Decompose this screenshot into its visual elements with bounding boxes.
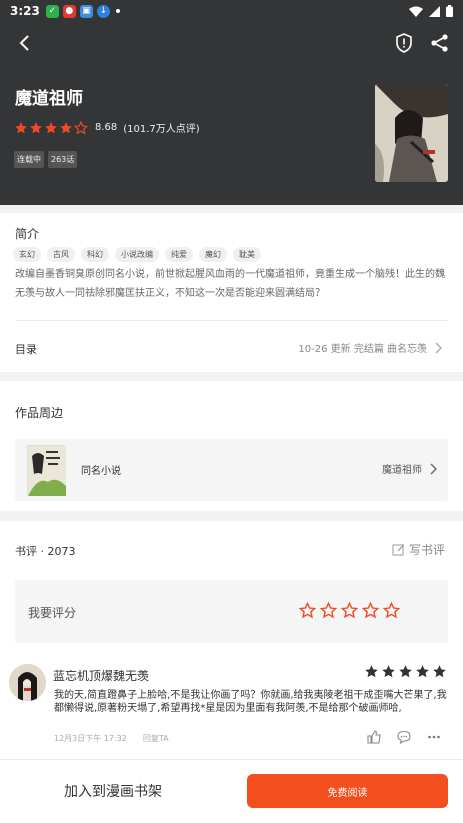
genre-tags: 玄幻 古风 科幻 小说改编 纯爱 魔幻 耽美 — [13, 247, 261, 262]
my-rating-label: 我要评分 — [28, 606, 77, 620]
intro-title: 简介 — [15, 227, 40, 241]
star-half-icon — [74, 120, 88, 134]
novel-title: 魔道祖师 — [382, 465, 422, 476]
more-icon[interactable] — [427, 730, 441, 744]
review-actions — [367, 730, 441, 744]
genre-tag[interactable]: 耽美 — [233, 247, 261, 262]
star-full-icon — [30, 121, 42, 133]
battery-icon — [446, 5, 453, 17]
reply-link[interactable]: 回复TA — [143, 733, 169, 744]
novel-label: 同名小说 — [81, 466, 121, 477]
star-full-icon — [60, 121, 72, 133]
serial-status-tag: 连载中 — [14, 151, 44, 168]
intro-description: 改编自墨香铜臭原创同名小说，前世掀起腥风血雨的一代魔道祖师，竟重生成一个脑残！此… — [15, 269, 445, 299]
genre-tag[interactable]: 纯爱 — [165, 247, 193, 262]
same-name-novel-card[interactable]: 同名小说 魔道祖师 — [15, 439, 448, 501]
app-icon-blue: ▣ — [79, 4, 93, 18]
star-full-icon — [433, 665, 446, 678]
rate-star-2[interactable] — [320, 602, 337, 619]
comic-title: 魔道祖师 — [15, 89, 83, 109]
star-full-icon — [15, 121, 27, 133]
my-rating-box: 我要评分 — [15, 580, 448, 643]
genre-tag[interactable]: 古风 — [47, 247, 75, 262]
rate-star-4[interactable] — [362, 602, 379, 619]
like-icon[interactable] — [367, 730, 381, 744]
write-review-button[interactable]: 写书评 — [392, 541, 445, 558]
review-meta: 12月3日下午 17:32 回复TA — [54, 733, 169, 744]
comic-header: 魔道祖师 8.68 (101.7万人点评) 连载中 263话 — [0, 22, 463, 205]
edit-icon — [392, 544, 405, 556]
review-username[interactable]: 蓝忘机顶爆魏无羡 — [53, 667, 149, 684]
status-time: 3:23 — [10, 4, 40, 18]
toc-label[interactable]: 目录 — [15, 341, 37, 357]
review-stars — [364, 664, 447, 679]
comic-cover[interactable] — [375, 84, 448, 182]
star-full-icon — [365, 665, 378, 678]
my-rating-stars — [299, 602, 400, 619]
share-icon[interactable] — [429, 32, 451, 54]
rating-count: (101.7万人点评) — [123, 124, 200, 135]
intro-section: 简介 玄幻 古风 科幻 小说改编 纯爱 魔幻 耽美 改编自墨香铜臭原创同名小说，… — [0, 213, 463, 372]
bottom-action-bar: 加入到漫画书架 免费阅读 — [0, 759, 463, 823]
app-icon-blue-round: ↓ — [96, 4, 110, 18]
wifi-icon — [409, 6, 423, 17]
rate-star-1[interactable] — [299, 602, 316, 619]
app-icon-red: ● — [62, 4, 76, 18]
episode-count-tag: 263话 — [48, 151, 78, 168]
write-review-label: 写书评 — [408, 543, 445, 557]
signal-icon — [429, 5, 440, 17]
star-full-icon — [382, 665, 395, 678]
related-works-section: 作品周边 同名小说 魔道祖师 — [0, 381, 463, 511]
review-item: 蓝忘机顶爆魏无羡 我的天,简直蹬鼻子上脸哈,不是我让你画了吗？你就画,给我夷陵老… — [0, 658, 463, 758]
star-full-icon — [399, 665, 412, 678]
chevron-right-icon — [435, 342, 442, 353]
avatar[interactable] — [9, 664, 46, 701]
rate-star-3[interactable] — [341, 602, 358, 619]
star-full-icon — [45, 121, 57, 133]
rating-row: 8.68 (101.7万人点评) — [14, 120, 200, 135]
novel-title-link[interactable]: 魔道祖师 — [382, 461, 438, 476]
novel-cover — [27, 445, 66, 496]
free-read-button[interactable]: 免费阅读 — [247, 774, 448, 808]
related-works-title: 作品周边 — [15, 406, 64, 420]
add-to-shelf-button[interactable]: 加入到漫画书架 — [64, 781, 162, 801]
genre-tag[interactable]: 玄幻 — [13, 247, 41, 262]
genre-tag[interactable]: 魔幻 — [199, 247, 227, 262]
reviews-header: 书评 · 2073 — [15, 545, 76, 558]
status-bar: 3:23 ✓ ● ▣ ↓ — [0, 0, 463, 22]
chevron-right-icon — [430, 463, 437, 474]
status-tags: 连载中 263话 — [14, 151, 78, 168]
rating-score: 8.68 — [95, 122, 118, 133]
review-text[interactable]: 我的天,简直蹬鼻子上脸哈,不是我让你画了吗？你就画,给我夷陵老祖干成歪嘴大芒果了… — [54, 689, 449, 715]
toc-update-link[interactable]: 10-26 更新 完结篇 曲名忘羡 — [298, 340, 443, 355]
app-icon-green: ✓ — [45, 4, 59, 18]
avatar-image — [9, 664, 46, 701]
reviews-section: 书评 · 2073 写书评 我要评分 蓝忘机顶爆魏无羡 我的天,简直蹬鼻子上脸哈… — [0, 521, 463, 761]
top-nav — [0, 22, 463, 66]
cover-illustration — [375, 84, 448, 182]
toc-update-text: 10-26 更新 完结篇 曲名忘羡 — [298, 344, 427, 355]
genre-tag[interactable]: 小说改编 — [115, 247, 159, 262]
shield-alert-icon[interactable] — [393, 32, 415, 54]
star-full-icon — [416, 665, 429, 678]
genre-tag[interactable]: 科幻 — [81, 247, 109, 262]
novel-cover-art — [28, 446, 66, 496]
more-notifications-dot — [115, 9, 120, 13]
back-arrow-icon[interactable] — [14, 32, 36, 54]
rate-star-5[interactable] — [383, 602, 400, 619]
review-time: 12月3日下午 17:32 — [54, 734, 127, 743]
comment-icon[interactable] — [397, 730, 411, 744]
divider — [15, 320, 448, 321]
